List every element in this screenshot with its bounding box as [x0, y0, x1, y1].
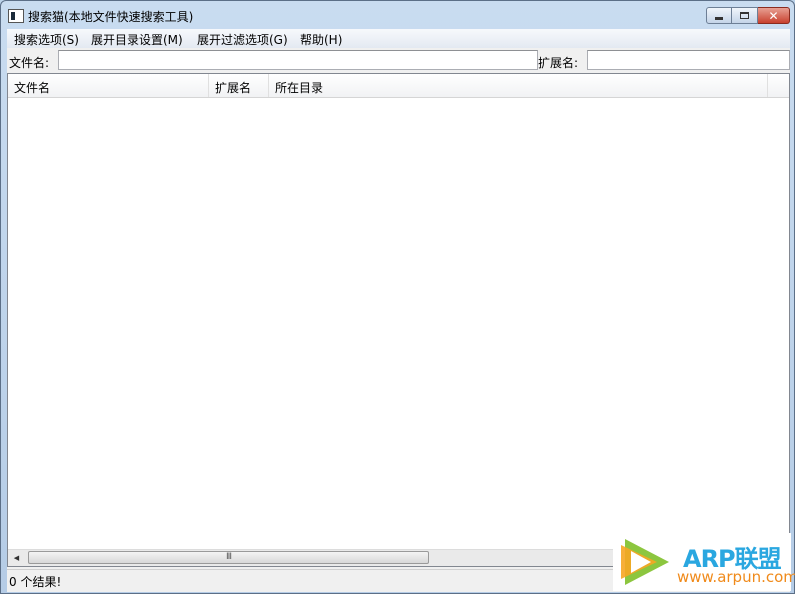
caption-buttons: ✕ — [706, 7, 790, 24]
maximize-button[interactable] — [732, 7, 758, 24]
column-header-filler — [768, 74, 789, 97]
menu-help[interactable]: 帮助(H) — [300, 31, 342, 48]
filename-input[interactable] — [58, 50, 538, 70]
watermark: ARP联盟 www.arpun.com — [613, 533, 795, 591]
extension-label: 扩展名: — [538, 56, 579, 70]
extension-input[interactable] — [587, 50, 790, 70]
maximize-icon — [740, 12, 749, 19]
results-count: 0 个结果! — [9, 575, 62, 589]
grip-icon: III — [226, 552, 232, 562]
search-bar: 文件名: 扩展名: — [7, 48, 790, 73]
watermark-url: www.arpun.com — [677, 568, 795, 586]
column-header-directory[interactable]: 所在目录 — [269, 74, 768, 97]
app-window: 搜索猫(本地文件快速搜索工具) ✕ 搜索选项(S) 展开目录设置(M) 展开过滤… — [0, 0, 795, 594]
scroll-left-button[interactable]: ◀ — [8, 550, 25, 566]
menu-bar: 搜索选项(S) 展开目录设置(M) 展开过滤选项(G) 帮助(H) — [7, 29, 790, 48]
menu-search-options[interactable]: 搜索选项(S) — [14, 31, 79, 48]
column-header-filename[interactable]: 文件名 — [8, 74, 209, 97]
title-bar[interactable]: 搜索猫(本地文件快速搜索工具) ✕ — [1, 1, 794, 29]
minimize-icon — [715, 17, 723, 20]
filename-label: 文件名: — [9, 56, 50, 70]
menu-expand-filter-options[interactable]: 展开过滤选项(G) — [197, 31, 288, 48]
scrollbar-thumb[interactable]: III — [28, 551, 429, 564]
app-icon[interactable] — [8, 9, 24, 23]
client-area: 搜索选项(S) 展开目录设置(M) 展开过滤选项(G) 帮助(H) 文件名: 扩… — [7, 29, 790, 592]
close-button[interactable]: ✕ — [758, 7, 790, 24]
minimize-button[interactable] — [706, 7, 732, 24]
column-header-extension[interactable]: 扩展名 — [209, 74, 269, 97]
menu-expand-directory-settings[interactable]: 展开目录设置(M) — [91, 31, 183, 48]
window-title: 搜索猫(本地文件快速搜索工具) — [28, 10, 194, 24]
results-list[interactable]: 文件名 扩展名 所在目录 ◀ III — [7, 73, 790, 567]
results-body[interactable] — [8, 98, 789, 551]
arrow-left-icon: ◀ — [13, 554, 20, 562]
results-header: 文件名 扩展名 所在目录 — [8, 74, 789, 98]
play-logo-icon — [621, 539, 669, 585]
close-icon: ✕ — [768, 8, 779, 23]
